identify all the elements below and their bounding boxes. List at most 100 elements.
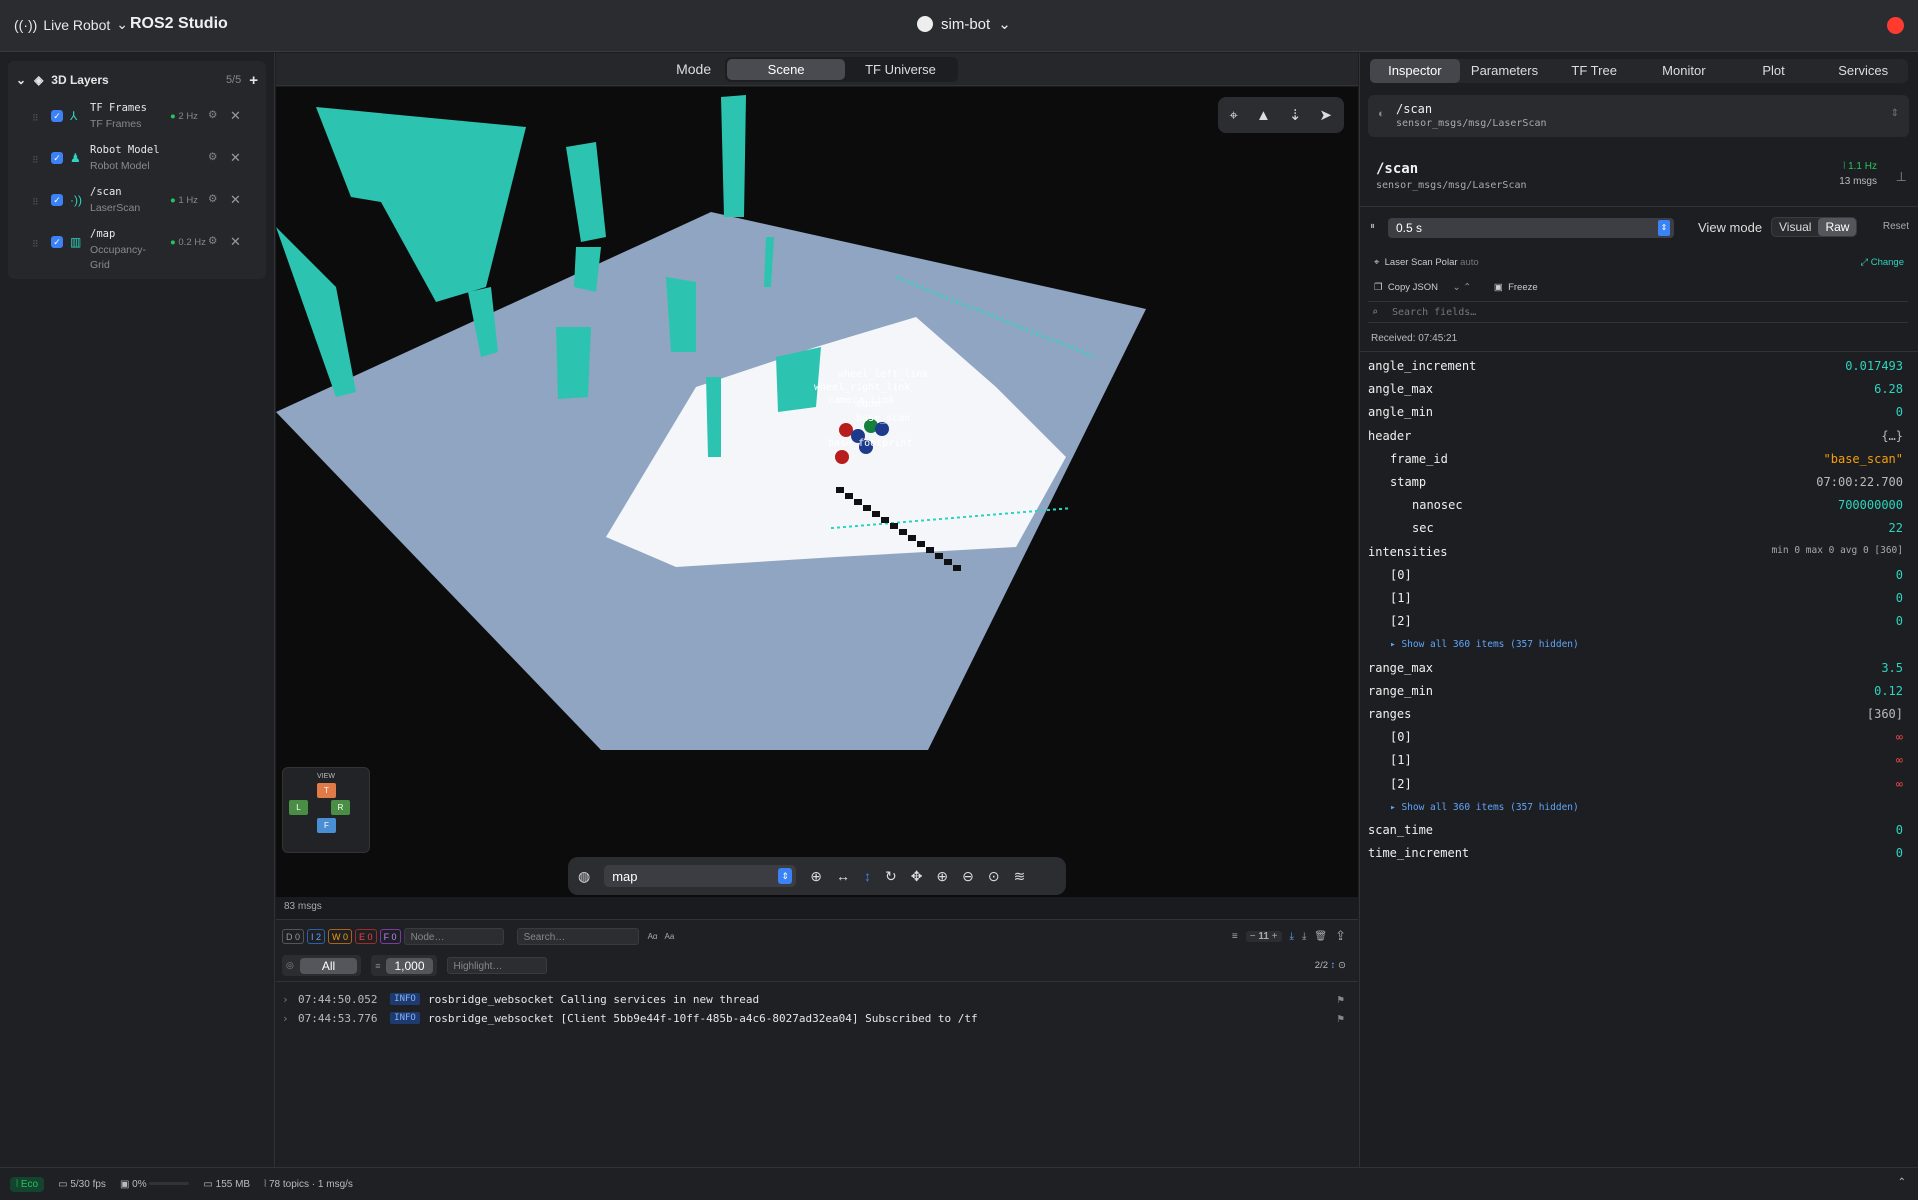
time-window-select[interactable]: 0.5 s ⇕ xyxy=(1388,218,1674,238)
north-arrow-icon[interactable]: ▲ xyxy=(1256,107,1271,124)
field-row[interactable]: angle_max 6.28 xyxy=(1368,382,1909,401)
rotate-icon[interactable]: ↻ xyxy=(885,868,897,885)
field-row[interactable]: [0] ∞ xyxy=(1368,730,1909,749)
layer-row[interactable]: ⠿ ✓ ⅄ TF Frames TF Frames ● 2 Hz ⚙ ✕ xyxy=(8,99,266,141)
orbit-icon[interactable]: ⊕ xyxy=(810,868,822,885)
tab-scene[interactable]: Scene xyxy=(727,58,846,80)
tab-plot[interactable]: Plot xyxy=(1729,59,1819,83)
fixed-frame-select[interactable]: map ⇕ xyxy=(604,865,797,887)
field-row[interactable]: intensities min 0 max 0 avg 0 [360] xyxy=(1368,545,1909,564)
topic-selector[interactable]: ◐ /scan sensor_msgs/msg/LaserScan ⇕ xyxy=(1368,95,1909,137)
pan-vertical-icon[interactable]: ↕ xyxy=(864,868,871,884)
layer-visible-checkbox[interactable]: ✓ xyxy=(51,236,63,248)
field-row[interactable]: scan_time 0 xyxy=(1368,823,1909,842)
view-front-button[interactable]: F xyxy=(317,818,336,833)
live-robot-menu[interactable]: ((·)) Live Robot ⌄ xyxy=(14,16,128,33)
trash-icon[interactable]: 🗑 xyxy=(1314,931,1327,942)
level-info-filter[interactable]: I 2 xyxy=(307,928,326,944)
field-row[interactable]: header {…} xyxy=(1368,429,1909,448)
field-row[interactable]: sec 22 xyxy=(1368,521,1909,540)
gear-icon[interactable]: ⚙ xyxy=(208,193,217,205)
layer-row[interactable]: ⠿ ✓ ·)) /scan LaserScan ● 1 Hz ⚙ ✕ xyxy=(8,183,266,225)
copy-json-button[interactable]: Copy JSON xyxy=(1388,282,1438,293)
field-row[interactable]: range_max 3.5 xyxy=(1368,661,1909,680)
field-row[interactable]: [2] ∞ xyxy=(1368,777,1909,796)
regex-toggle[interactable]: Aα xyxy=(648,932,658,941)
close-icon[interactable]: ✕ xyxy=(230,150,241,166)
raw-mode-button[interactable]: Raw xyxy=(1818,218,1857,236)
show-all-items-link[interactable]: ▸ Show all 360 items (357 hidden) xyxy=(1390,802,1579,813)
drag-handle-icon[interactable]: ⠿ xyxy=(32,155,39,166)
show-all-items-link[interactable]: ▸ Show all 360 items (357 hidden) xyxy=(1390,639,1579,650)
field-row[interactable]: [0] 0 xyxy=(1368,568,1909,587)
tab-inspector[interactable]: Inspector xyxy=(1370,59,1460,83)
level-error-filter[interactable]: E 0 xyxy=(355,928,377,944)
tab-monitor[interactable]: Monitor xyxy=(1639,59,1729,83)
zoom-fit-icon[interactable]: ⊙ xyxy=(988,868,1000,885)
field-row[interactable]: angle_min 0 xyxy=(1368,405,1909,424)
3d-viewport[interactable]: wheel_left_link wheel_right_link camera_li… xyxy=(276,87,1358,897)
level-fatal-filter[interactable]: F 0 xyxy=(379,928,401,944)
wrap-icon[interactable]: ≡ xyxy=(1232,931,1238,942)
bookmark-icon[interactable]: ⚑ xyxy=(1337,1012,1344,1025)
drag-handle-icon[interactable]: ⠿ xyxy=(32,197,39,208)
pause-icon[interactable]: ⏸ xyxy=(1370,221,1375,232)
drag-handle-icon[interactable]: ⠿ xyxy=(32,239,39,250)
field-row[interactable]: frame_id "base_scan" xyxy=(1368,452,1909,471)
field-search-input[interactable]: ⌕ Search fields… xyxy=(1368,301,1908,323)
tab-services[interactable]: Services xyxy=(1818,59,1908,83)
log-search-input[interactable]: Search… xyxy=(516,927,639,945)
nav-goal-icon[interactable]: ➤ xyxy=(1319,106,1332,124)
visual-mode-button[interactable]: Visual xyxy=(1772,218,1818,236)
pan-horizontal-icon[interactable]: ↔ xyxy=(836,868,850,884)
download-icon[interactable]: ⤓ xyxy=(1302,931,1306,942)
case-toggle[interactable]: Aa xyxy=(665,932,675,941)
gear-icon[interactable]: ⚙ xyxy=(208,151,217,163)
layers-stack-icon[interactable]: ≋ xyxy=(1014,868,1026,885)
zoom-out-icon[interactable]: ⊖ xyxy=(962,868,974,885)
layers-header[interactable]: ⌄ ◈ 3D Layers 5/5 + xyxy=(8,61,266,99)
bookmark-icon[interactable]: ⚑ xyxy=(1337,993,1344,1006)
level-select[interactable]: ◎ All xyxy=(282,955,362,976)
layer-visible-checkbox[interactable]: ✓ xyxy=(51,152,63,164)
view-right-button[interactable]: R xyxy=(331,800,350,815)
chevron-down-icon[interactable]: ⌄ xyxy=(16,73,26,87)
gear-icon[interactable]: ⚙ xyxy=(208,235,217,247)
tab-tf-universe[interactable]: TF Universe xyxy=(845,59,956,80)
layer-row[interactable]: ⠿ ✓ ♟ Robot Model Robot Model ⚙ ✕ xyxy=(8,141,266,183)
change-viz-button[interactable]: ⤢ Change xyxy=(1860,257,1904,268)
export-icon[interactable]: ⇪ xyxy=(1335,928,1346,944)
crosshair-icon[interactable]: ⌖ xyxy=(1230,107,1238,124)
robot-selector[interactable]: sim-bot ⌄ xyxy=(917,15,1011,33)
gear-icon[interactable]: ⚙ xyxy=(208,109,217,121)
field-row[interactable]: [1] ∞ xyxy=(1368,753,1909,772)
zoom-in-icon[interactable]: ⊕ xyxy=(936,868,948,885)
field-row[interactable]: [1] 0 xyxy=(1368,591,1909,610)
field-row[interactable]: [2] 0 xyxy=(1368,614,1909,633)
field-row[interactable]: ▸ Show all 360 items (357 hidden) xyxy=(1368,637,1909,656)
close-icon[interactable]: ✕ xyxy=(230,192,241,208)
freeze-button[interactable]: Freeze xyxy=(1508,282,1538,293)
chevron-up-icon[interactable]: ⌃ xyxy=(1898,1177,1906,1188)
record-button[interactable] xyxy=(1887,17,1904,34)
buffer-size[interactable]: ≡ 1,000 xyxy=(371,955,437,976)
layer-visible-checkbox[interactable]: ✓ xyxy=(51,110,63,122)
view-left-button[interactable]: L xyxy=(289,800,308,815)
field-row[interactable]: angle_increment 0.017493 xyxy=(1368,359,1909,378)
drag-handle-icon[interactable]: ⠿ xyxy=(32,113,39,124)
log-row[interactable]: › 07:44:53.776 INFO rosbridge_websocket [Cl… xyxy=(282,1009,1352,1027)
scroll-bottom-icon[interactable]: ⤓ xyxy=(1290,931,1294,942)
eco-mode-badge[interactable]: ⦚ Eco xyxy=(10,1176,45,1192)
chevron-right-icon[interactable]: › xyxy=(282,1012,290,1025)
highlight-input[interactable]: Highlight… xyxy=(446,957,547,974)
layer-row[interactable]: ⠿ ✓ ▥ /map Occupancy-Grid ● 0.2 Hz ⚙ ✕ xyxy=(8,225,266,277)
scene-canvas[interactable]: wheel_left_linkwheel_right_linkcamera_li… xyxy=(276,87,1358,897)
close-icon[interactable]: ✕ xyxy=(230,108,241,124)
level-warn-filter[interactable]: W 0 xyxy=(328,928,353,944)
move-icon[interactable]: ✥ xyxy=(911,868,923,885)
tab-parameters[interactable]: Parameters xyxy=(1460,59,1550,83)
limit-stepper[interactable]: − 11 + xyxy=(1245,930,1282,942)
node-filter-input[interactable]: Node… xyxy=(403,927,504,945)
chevron-right-icon[interactable]: › xyxy=(282,993,290,1006)
view-top-button[interactable]: T xyxy=(317,783,336,798)
